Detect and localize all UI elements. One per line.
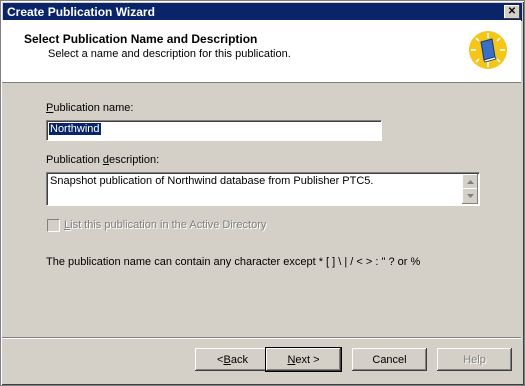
window-title: Create Publication Wizard (7, 5, 155, 19)
publication-description-label: Publication description: (46, 154, 160, 166)
wizard-book-icon (469, 31, 507, 69)
scroll-down-button[interactable] (462, 188, 478, 204)
publication-name-label: Publication name: (46, 102, 134, 114)
footer-divider-highlight (2, 338, 521, 339)
wizard-header: Select Publication Name and Description … (2, 20, 521, 83)
publication-description-textarea[interactable]: Snapshot publication of Northwind databa… (46, 172, 480, 206)
active-directory-checkbox[interactable] (47, 219, 60, 232)
close-icon: ✕ (507, 6, 517, 17)
arrow-up-icon (466, 180, 474, 184)
active-directory-label: List this publication in the Active Dire… (64, 219, 267, 231)
name-hint-text: The publication name can contain any cha… (46, 256, 421, 268)
description-scrollbar[interactable] (462, 174, 478, 204)
publication-name-value: Northwind (49, 123, 101, 135)
next-button[interactable]: Next > (265, 347, 342, 372)
publication-name-input[interactable]: Northwind (46, 120, 382, 141)
title-bar: Create Publication Wizard ✕ (3, 3, 522, 21)
back-button[interactable]: < Back (195, 348, 270, 371)
page-subtitle: Select a name and description for this p… (48, 48, 291, 60)
page-title: Select Publication Name and Description (24, 32, 258, 46)
help-button[interactable]: Help (437, 348, 512, 371)
cancel-button[interactable]: Cancel (352, 348, 427, 371)
publication-description-value: Snapshot publication of Northwind databa… (50, 175, 374, 187)
arrow-down-icon (466, 194, 474, 198)
close-button[interactable]: ✕ (504, 5, 520, 19)
